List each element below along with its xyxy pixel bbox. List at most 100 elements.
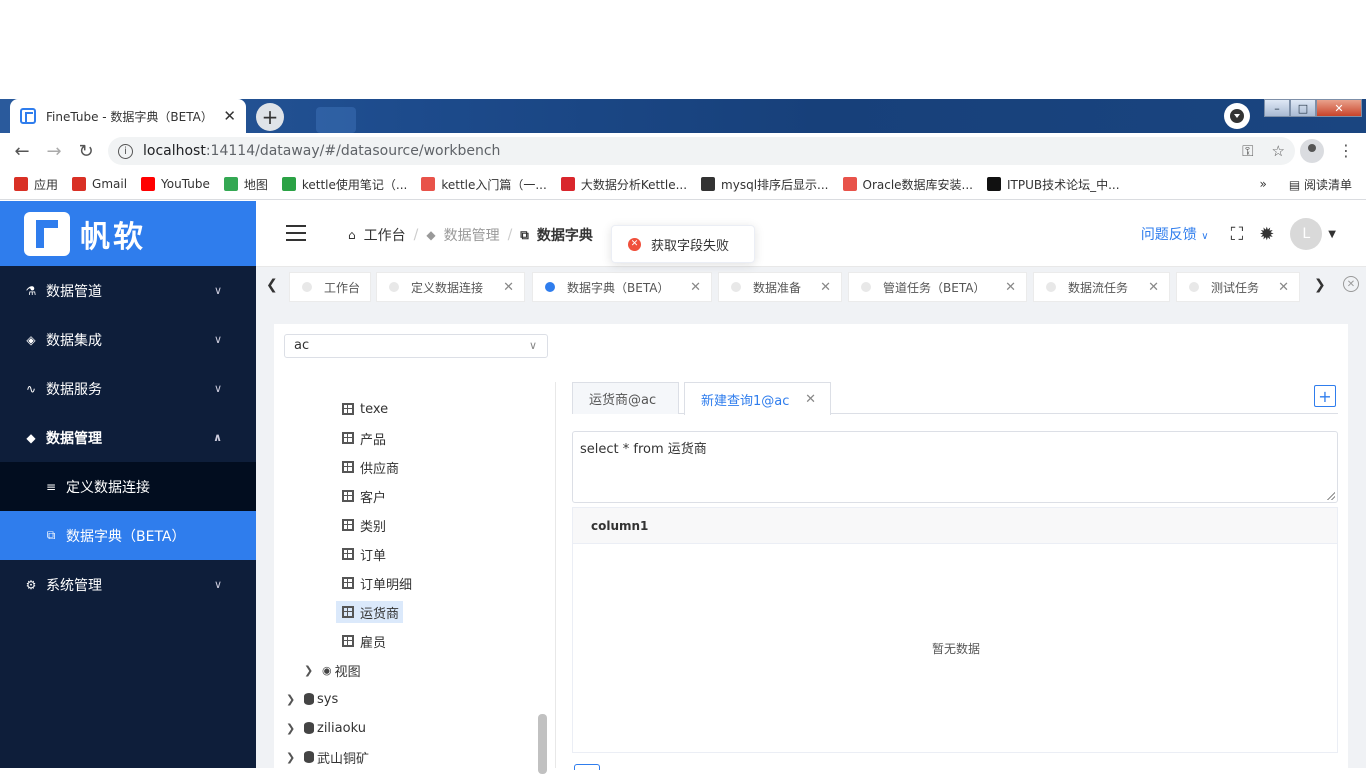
window-close-button[interactable]: ✕ bbox=[1316, 99, 1362, 117]
caret-down-icon[interactable]: ▼ bbox=[1328, 229, 1336, 240]
bookmark-item[interactable]: YouTube bbox=[141, 177, 210, 191]
page-tab[interactable]: 管道任务（BETA） ✕ bbox=[848, 272, 1027, 302]
account-avatar-icon[interactable] bbox=[1300, 139, 1324, 163]
page-tab-active[interactable]: 数据字典（BETA） ✕ bbox=[532, 272, 712, 302]
chevron-right-icon[interactable]: ❯ bbox=[304, 664, 318, 677]
bookmark-item[interactable]: Gmail bbox=[72, 177, 127, 191]
url-input[interactable]: i localhost:14114/dataway/#/datasource/w… bbox=[108, 137, 1295, 165]
menu-item-service[interactable]: ∿ 数据服务 ∨ bbox=[0, 364, 256, 413]
chevron-down-icon bbox=[1230, 109, 1244, 123]
bookmark-item[interactable]: 应用 bbox=[14, 176, 58, 193]
page-tab[interactable]: 定义数据连接 ✕ bbox=[376, 272, 525, 302]
bottom-control[interactable] bbox=[574, 764, 600, 770]
page-tab[interactable]: 数据流任务 ✕ bbox=[1033, 272, 1170, 302]
database-icon bbox=[304, 722, 314, 734]
tree-node-database[interactable]: ❯ 武山铜矿 bbox=[286, 746, 369, 768]
chevron-right-icon[interactable]: ❯ bbox=[286, 751, 300, 764]
pipeline-icon: ⚗ bbox=[25, 283, 37, 298]
menu-item-integration[interactable]: ◈ 数据集成 ∨ bbox=[0, 315, 256, 364]
tree-node-table[interactable]: 供应商 bbox=[342, 456, 399, 478]
resize-grip-icon[interactable] bbox=[1327, 492, 1335, 500]
bookmark-label: 应用 bbox=[34, 177, 59, 192]
star-icon[interactable]: ☆ bbox=[1272, 142, 1285, 160]
tree-node-table-selected[interactable]: 运货商 bbox=[336, 601, 404, 623]
bookmark-item[interactable]: 地图 bbox=[223, 176, 268, 193]
minimize-button[interactable]: – bbox=[1264, 99, 1290, 117]
reading-list-button[interactable]: ▤ 阅读清单 bbox=[1289, 176, 1352, 193]
query-tab-active[interactable]: 新建查询1@ac ✕ bbox=[684, 382, 831, 415]
column-header[interactable]: column1 bbox=[591, 519, 648, 533]
breadcrumb-item-workbench[interactable]: ⌂ 工作台 bbox=[348, 225, 406, 245]
tabs-scroll-right-icon[interactable]: ❯ bbox=[1314, 277, 1326, 293]
bookmark-item[interactable]: 大数据分析Kettle... bbox=[560, 176, 687, 193]
bookmark-label: kettle使用笔记（... bbox=[301, 177, 408, 192]
tree-node-table[interactable]: 客户 bbox=[342, 485, 386, 507]
database-select-value: ac bbox=[294, 338, 310, 353]
back-arrow-icon[interactable]: ← bbox=[6, 141, 38, 162]
tree-node-table[interactable]: 订单 bbox=[342, 543, 386, 565]
tab-close-icon[interactable]: ✕ bbox=[1005, 280, 1016, 295]
breadcrumb-item-management[interactable]: ◆ 数据管理 bbox=[426, 225, 499, 245]
tree-node-views[interactable]: ❯ ◉ 视图 bbox=[304, 659, 361, 681]
page-tab[interactable]: 工作台 bbox=[289, 272, 371, 302]
table-icon bbox=[342, 606, 354, 618]
browser-tab-close-icon[interactable]: ✕ bbox=[223, 107, 236, 125]
cube-icon: ◆ bbox=[26, 430, 36, 445]
tree-node-database[interactable]: ❯ sys bbox=[286, 688, 338, 710]
bookmark-item[interactable]: Oracle数据库安装... bbox=[842, 176, 973, 193]
chevron-up-icon: ∧ bbox=[213, 431, 222, 444]
tree-node-table[interactable]: 订单明细 bbox=[342, 572, 412, 594]
tab-close-icon[interactable]: ✕ bbox=[820, 280, 831, 295]
brand-logo[interactable]: 帆软 bbox=[0, 201, 256, 266]
schema-tree: texe 产品 供应商 客户 类别 订单 订单明细 运货商 雇员 ❯ ◉ 视图 ❯ s… bbox=[274, 382, 556, 768]
tab-close-icon[interactable]: ✕ bbox=[1148, 280, 1159, 295]
tab-close-icon[interactable]: ✕ bbox=[1278, 280, 1289, 295]
chevron-right-icon[interactable]: ❯ bbox=[286, 693, 300, 706]
browser-tab-active[interactable]: FineTube - 数据字典（BETA） ✕ bbox=[10, 99, 246, 133]
query-tab-close-icon[interactable]: ✕ bbox=[805, 392, 816, 407]
tree-node-database[interactable]: ❯ ziliaoku bbox=[286, 717, 366, 739]
reload-icon[interactable]: ↻ bbox=[70, 141, 102, 162]
avatar[interactable]: L bbox=[1290, 218, 1323, 250]
browser-menu-icon[interactable]: ⋮ bbox=[1338, 141, 1354, 160]
cube-icon: ◆ bbox=[426, 228, 436, 242]
tree-node-table[interactable]: 类别 bbox=[342, 514, 386, 536]
submenu-item-data-dictionary[interactable]: ⧉ 数据字典（BETA） bbox=[0, 511, 256, 560]
query-tab[interactable]: 运货商@ac bbox=[572, 382, 679, 414]
add-query-button[interactable]: + bbox=[1314, 385, 1336, 407]
tree-node-table[interactable]: texe bbox=[342, 398, 388, 420]
bookmark-item[interactable]: kettle使用笔记（... bbox=[281, 176, 408, 193]
hamburger-menu-icon[interactable] bbox=[286, 225, 306, 241]
menu-item-data-management[interactable]: ◆ 数据管理 ∧ bbox=[0, 413, 256, 462]
menu-item-pipeline[interactable]: ⚗ 数据管道 ∨ bbox=[0, 266, 256, 315]
forward-arrow-icon[interactable]: → bbox=[38, 141, 70, 162]
fullscreen-icon[interactable]: ⛶ bbox=[1231, 224, 1244, 245]
tree-node-table[interactable]: 雇员 bbox=[342, 630, 386, 652]
bug-icon[interactable]: ✹ bbox=[1259, 224, 1274, 245]
bookmarks-overflow-icon[interactable]: » bbox=[1259, 177, 1266, 191]
site-info-icon[interactable]: i bbox=[118, 143, 133, 159]
sql-editor[interactable]: select * from 运货商 bbox=[572, 431, 1338, 503]
tree-node-table[interactable]: 产品 bbox=[342, 427, 386, 449]
breadcrumb-separator: / bbox=[507, 227, 513, 243]
tab-close-icon[interactable]: ✕ bbox=[690, 280, 701, 295]
bookmark-item[interactable]: ITPUB技术论坛_中... bbox=[987, 176, 1120, 193]
database-select[interactable]: ac ∨ bbox=[284, 334, 548, 358]
tree-scrollbar[interactable] bbox=[538, 714, 547, 774]
key-icon[interactable]: ⚿ bbox=[1242, 142, 1253, 160]
bookmark-item[interactable]: mysql排序后显示... bbox=[701, 176, 829, 193]
new-tab-button[interactable]: + bbox=[256, 103, 284, 131]
tab-close-icon[interactable]: ✕ bbox=[503, 280, 514, 295]
tab-dot bbox=[731, 282, 741, 292]
close-all-tabs-icon[interactable]: ✕ bbox=[1343, 276, 1359, 292]
page-tab[interactable]: 测试任务 ✕ bbox=[1176, 272, 1300, 302]
chevron-right-icon[interactable]: ❯ bbox=[286, 722, 300, 735]
page-tab[interactable]: 数据准备 ✕ bbox=[718, 272, 842, 302]
maximize-button[interactable]: □ bbox=[1290, 99, 1316, 117]
feedback-menu[interactable]: 问题反馈 ∨ bbox=[1141, 224, 1209, 244]
bookmark-item[interactable]: kettle入门篇（一... bbox=[421, 176, 547, 193]
browser-profile-button[interactable] bbox=[1224, 103, 1250, 129]
menu-item-system[interactable]: ⚙ 系统管理 ∨ bbox=[0, 560, 256, 609]
tabs-scroll-left-icon[interactable]: ❮ bbox=[266, 277, 278, 293]
submenu-item-define-connection[interactable]: ≡ 定义数据连接 bbox=[0, 462, 256, 511]
